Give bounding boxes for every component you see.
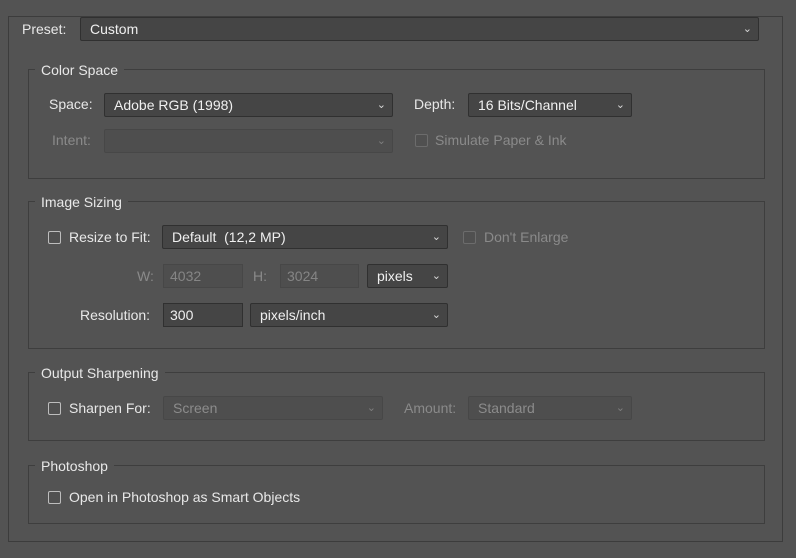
chevron-down-icon: ⌄ — [742, 23, 752, 35]
chevron-down-icon: ⌄ — [431, 309, 441, 321]
amount-label: Amount: — [404, 400, 457, 416]
simulate-paper-ink-checkbox[interactable] — [415, 134, 428, 147]
depth-select[interactable]: 16 Bits/Channel ⌄ — [468, 93, 632, 117]
sharpen-for-label: Sharpen For: — [69, 400, 151, 416]
amount-select[interactable]: Standard ⌄ — [468, 396, 632, 420]
smart-objects-label: Open in Photoshop as Smart Objects — [69, 489, 301, 505]
simulate-paper-ink-label: Simulate Paper & Ink — [435, 132, 567, 148]
resize-to-fit-select[interactable]: Default (12,2 MP) ⌄ — [162, 225, 448, 249]
resolution-unit-value: pixels/inch — [260, 307, 326, 323]
sharpen-for-select[interactable]: Screen ⌄ — [163, 396, 383, 420]
color-space-section — [28, 69, 765, 179]
sharpen-for-value: Screen — [173, 400, 218, 416]
size-unit-select[interactable]: pixels ⌄ — [367, 264, 448, 288]
chevron-down-icon: ⌄ — [376, 99, 386, 111]
depth-value: 16 Bits/Channel — [478, 97, 577, 113]
chevron-down-icon: ⌄ — [431, 270, 441, 282]
chevron-down-icon: ⌄ — [615, 402, 625, 414]
height-label: H: — [253, 268, 267, 284]
photoshop-title: Photoshop — [35, 457, 114, 475]
intent-label: Intent: — [52, 132, 91, 148]
resize-to-fit-checkbox[interactable] — [48, 231, 61, 244]
amount-value: Standard — [478, 400, 535, 416]
space-select[interactable]: Adobe RGB (1998) ⌄ — [104, 93, 393, 117]
chevron-down-icon: ⌄ — [615, 99, 625, 111]
width-input[interactable]: 4032 — [163, 264, 243, 288]
intent-select[interactable]: ⌄ — [104, 129, 393, 153]
color-space-title: Color Space — [35, 61, 125, 79]
depth-label: Depth: — [414, 96, 456, 112]
chevron-down-icon: ⌄ — [366, 402, 376, 414]
resize-to-fit-label: Resize to Fit: — [69, 229, 151, 245]
height-input[interactable]: 3024 — [280, 264, 359, 288]
resolution-label: Resolution: — [80, 307, 151, 323]
space-value: Adobe RGB (1998) — [114, 97, 234, 113]
chevron-down-icon: ⌄ — [431, 231, 441, 243]
image-sizing-title: Image Sizing — [35, 193, 128, 211]
dont-enlarge-checkbox[interactable] — [463, 231, 476, 244]
sharpen-for-checkbox[interactable] — [48, 402, 61, 415]
dont-enlarge-label: Don't Enlarge — [484, 229, 569, 245]
width-label: W: — [137, 268, 154, 284]
resize-to-fit-value: Default (12,2 MP) — [172, 229, 286, 245]
resolution-unit-select[interactable]: pixels/inch ⌄ — [250, 303, 448, 327]
resolution-input[interactable]: 300 — [163, 303, 243, 327]
smart-objects-checkbox[interactable] — [48, 491, 61, 504]
space-label: Space: — [49, 96, 93, 112]
size-unit-value: pixels — [377, 268, 413, 284]
chevron-down-icon: ⌄ — [376, 135, 386, 147]
preset-label: Preset: — [18, 20, 71, 38]
preset-value: Custom — [90, 21, 139, 37]
preset-select[interactable]: Custom ⌄ — [80, 17, 759, 41]
output-sharpening-title: Output Sharpening — [35, 364, 165, 382]
